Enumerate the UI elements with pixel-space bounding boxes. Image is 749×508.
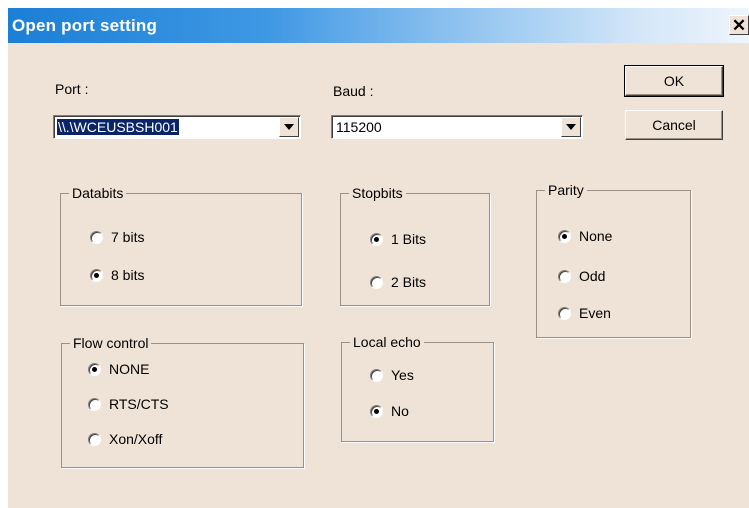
port-dropdown[interactable]: \\.\WCEUSBSH001: [53, 115, 301, 139]
databits-title: Databits: [69, 185, 127, 201]
stopbits-group: Stopbits 1 Bits 2 Bits: [340, 185, 490, 306]
radio-label: 7 bits: [111, 229, 145, 245]
title-bar: Open port setting ✕: [8, 8, 749, 43]
baud-dropdown-button[interactable]: [561, 117, 581, 137]
radio-icon: [370, 275, 383, 289]
baud-value: 115200: [336, 119, 382, 135]
flow-control-group: Flow control NONE RTS/CTS Xon/Xoff: [61, 335, 304, 468]
flow-control-title: Flow control: [70, 335, 152, 351]
radio-icon: [370, 232, 383, 246]
radio-none[interactable]: None: [558, 228, 612, 244]
parity-group: Parity None Odd Even: [536, 182, 691, 338]
radio-icon: [88, 362, 101, 376]
radio-icon: [90, 230, 103, 244]
radio-8-bits[interactable]: 8 bits: [90, 267, 144, 283]
radio-1-bits[interactable]: 1 Bits: [370, 231, 426, 247]
local-echo-title: Local echo: [350, 334, 424, 350]
radio-icon: [88, 432, 101, 446]
radio-icon: [370, 368, 383, 382]
radio-flow-none[interactable]: NONE: [88, 361, 149, 377]
radio-even[interactable]: Even: [558, 305, 611, 321]
databits-group: Databits 7 bits 8 bits: [60, 185, 302, 306]
radio-label: RTS/CTS: [109, 396, 169, 412]
port-dropdown-button[interactable]: [279, 117, 299, 137]
radio-label: Yes: [391, 367, 414, 383]
radio-label: NONE: [109, 361, 150, 377]
radio-7-bits[interactable]: 7 bits: [90, 229, 144, 245]
radio-label: Odd: [579, 268, 606, 284]
radio-label: 1 Bits: [391, 231, 427, 247]
close-button[interactable]: ✕: [729, 15, 749, 35]
radio-icon: [88, 397, 101, 411]
close-icon: ✕: [731, 15, 747, 35]
chevron-down-icon: [566, 124, 576, 130]
radio-icon: [558, 306, 571, 320]
radio-icon: [370, 404, 383, 418]
radio-2-bits[interactable]: 2 Bits: [370, 274, 426, 290]
radio-label: None: [579, 228, 613, 244]
open-port-setting-dialog: Open port setting ✕ Port : \\.\WCEUSBSH0…: [8, 8, 749, 508]
chevron-down-icon: [284, 124, 294, 130]
radio-icon: [558, 269, 571, 283]
cancel-button[interactable]: Cancel: [625, 110, 723, 140]
radio-label: No: [391, 403, 409, 419]
radio-xon-xoff[interactable]: Xon/Xoff: [88, 431, 162, 447]
parity-title: Parity: [545, 182, 587, 198]
radio-label: Xon/Xoff: [109, 431, 163, 447]
radio-label: 2 Bits: [391, 274, 427, 290]
stopbits-title: Stopbits: [349, 185, 406, 201]
radio-label: Even: [579, 305, 611, 321]
radio-echo-no[interactable]: No: [370, 403, 409, 419]
ok-button[interactable]: OK: [624, 65, 724, 97]
baud-label: Baud :: [333, 83, 374, 99]
radio-odd[interactable]: Odd: [558, 268, 605, 284]
local-echo-group: Local echo Yes No: [341, 334, 494, 442]
radio-label: 8 bits: [111, 267, 145, 283]
radio-echo-yes[interactable]: Yes: [370, 367, 414, 383]
radio-icon: [90, 268, 103, 282]
window-title: Open port setting: [12, 16, 158, 35]
port-label: Port :: [55, 81, 89, 97]
radio-rts-cts[interactable]: RTS/CTS: [88, 396, 169, 412]
radio-icon: [558, 229, 571, 243]
port-value: \\.\WCEUSBSH001: [57, 119, 179, 135]
baud-dropdown[interactable]: 115200: [331, 115, 583, 139]
